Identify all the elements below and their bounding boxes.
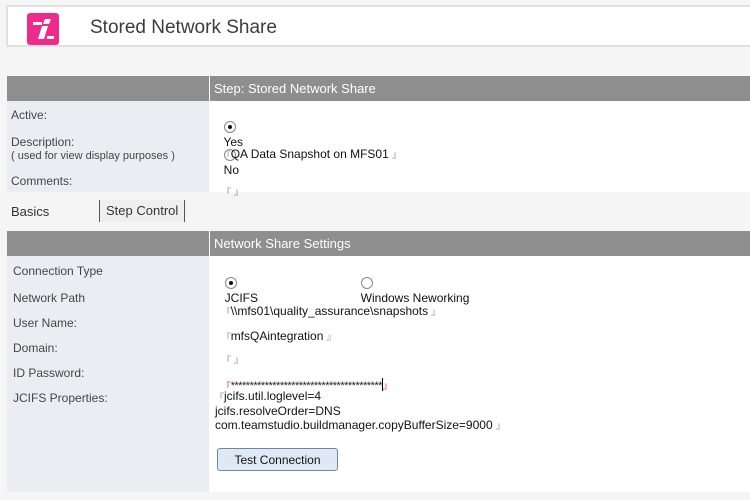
active-yes-radio[interactable] xyxy=(223,121,236,133)
id-password-label: ID Password: xyxy=(13,366,85,380)
tab-bar: Basics Step Control xyxy=(7,200,750,224)
domain-field[interactable]: 『 』 xyxy=(215,338,243,366)
description-sublabel: ( used for view display purposes ) xyxy=(11,150,175,162)
page-header: Stored Network Share xyxy=(6,5,750,47)
field-open-mark: 『 xyxy=(221,150,231,160)
description-label: Description: ( used for view display pur… xyxy=(11,135,175,162)
network-path-field[interactable]: 『\\mfs01\quality_assurance\snapshots 』 xyxy=(215,290,441,318)
connection-jcifs-radio[interactable] xyxy=(224,277,237,289)
description-field[interactable]: 『QA Data Snapshot on MFS01 』 xyxy=(215,133,401,161)
domain-label: Domain: xyxy=(13,341,58,355)
field-close-mark: 』 xyxy=(431,307,441,317)
id-password-field[interactable]: 『***************************************… xyxy=(215,364,392,392)
description-value: QA Data Snapshot on MFS01 xyxy=(230,147,389,161)
comments-label: Comments: xyxy=(11,174,73,188)
jcifs-properties-field[interactable]: 『jcifs.util.loglevel=4 jcifs.resolveOrde… xyxy=(215,389,505,433)
comments-field[interactable]: 『 』 xyxy=(215,170,243,198)
jcifs-properties-label: JCIFS Properties: xyxy=(13,391,108,405)
settings-section-header: Network Share Settings xyxy=(7,231,750,256)
user-name-label: User Name: xyxy=(13,316,78,330)
field-close-mark: 』 xyxy=(495,421,505,431)
connection-type-label: Connection Type xyxy=(13,264,103,278)
field-close-mark: 』 xyxy=(234,187,244,197)
jcifs-line-2: jcifs.resolveOrder=DNS xyxy=(215,404,341,418)
settings-section-title: Network Share Settings xyxy=(214,236,351,251)
app-logo-icon xyxy=(27,13,59,45)
field-open-mark: 『 xyxy=(221,187,231,197)
jcifs-line-1: jcifs.util.loglevel=4 xyxy=(224,389,322,403)
jcifs-line-3: com.teamstudio.buildmanager.copyBufferSi… xyxy=(215,418,493,432)
step-section-header: Step: Stored Network Share xyxy=(7,76,750,101)
field-close-mark: 』 xyxy=(392,150,402,160)
test-connection-button[interactable]: Test Connection xyxy=(217,448,338,471)
connection-windows-radio[interactable] xyxy=(360,277,373,289)
field-close-mark: 』 xyxy=(326,332,336,342)
tab-basics[interactable]: Basics xyxy=(11,204,49,219)
field-open-mark: 『 xyxy=(215,392,225,402)
active-label: Active: xyxy=(11,108,48,122)
tab-step-control[interactable]: Step Control xyxy=(99,200,186,222)
user-name-value: mfsQAintegration xyxy=(230,329,324,343)
network-path-label: Network Path xyxy=(13,291,86,305)
step-section-title: Step: Stored Network Share xyxy=(214,81,376,96)
description-label-text: Description: xyxy=(11,135,75,149)
page-title: Stored Network Share xyxy=(90,17,277,38)
